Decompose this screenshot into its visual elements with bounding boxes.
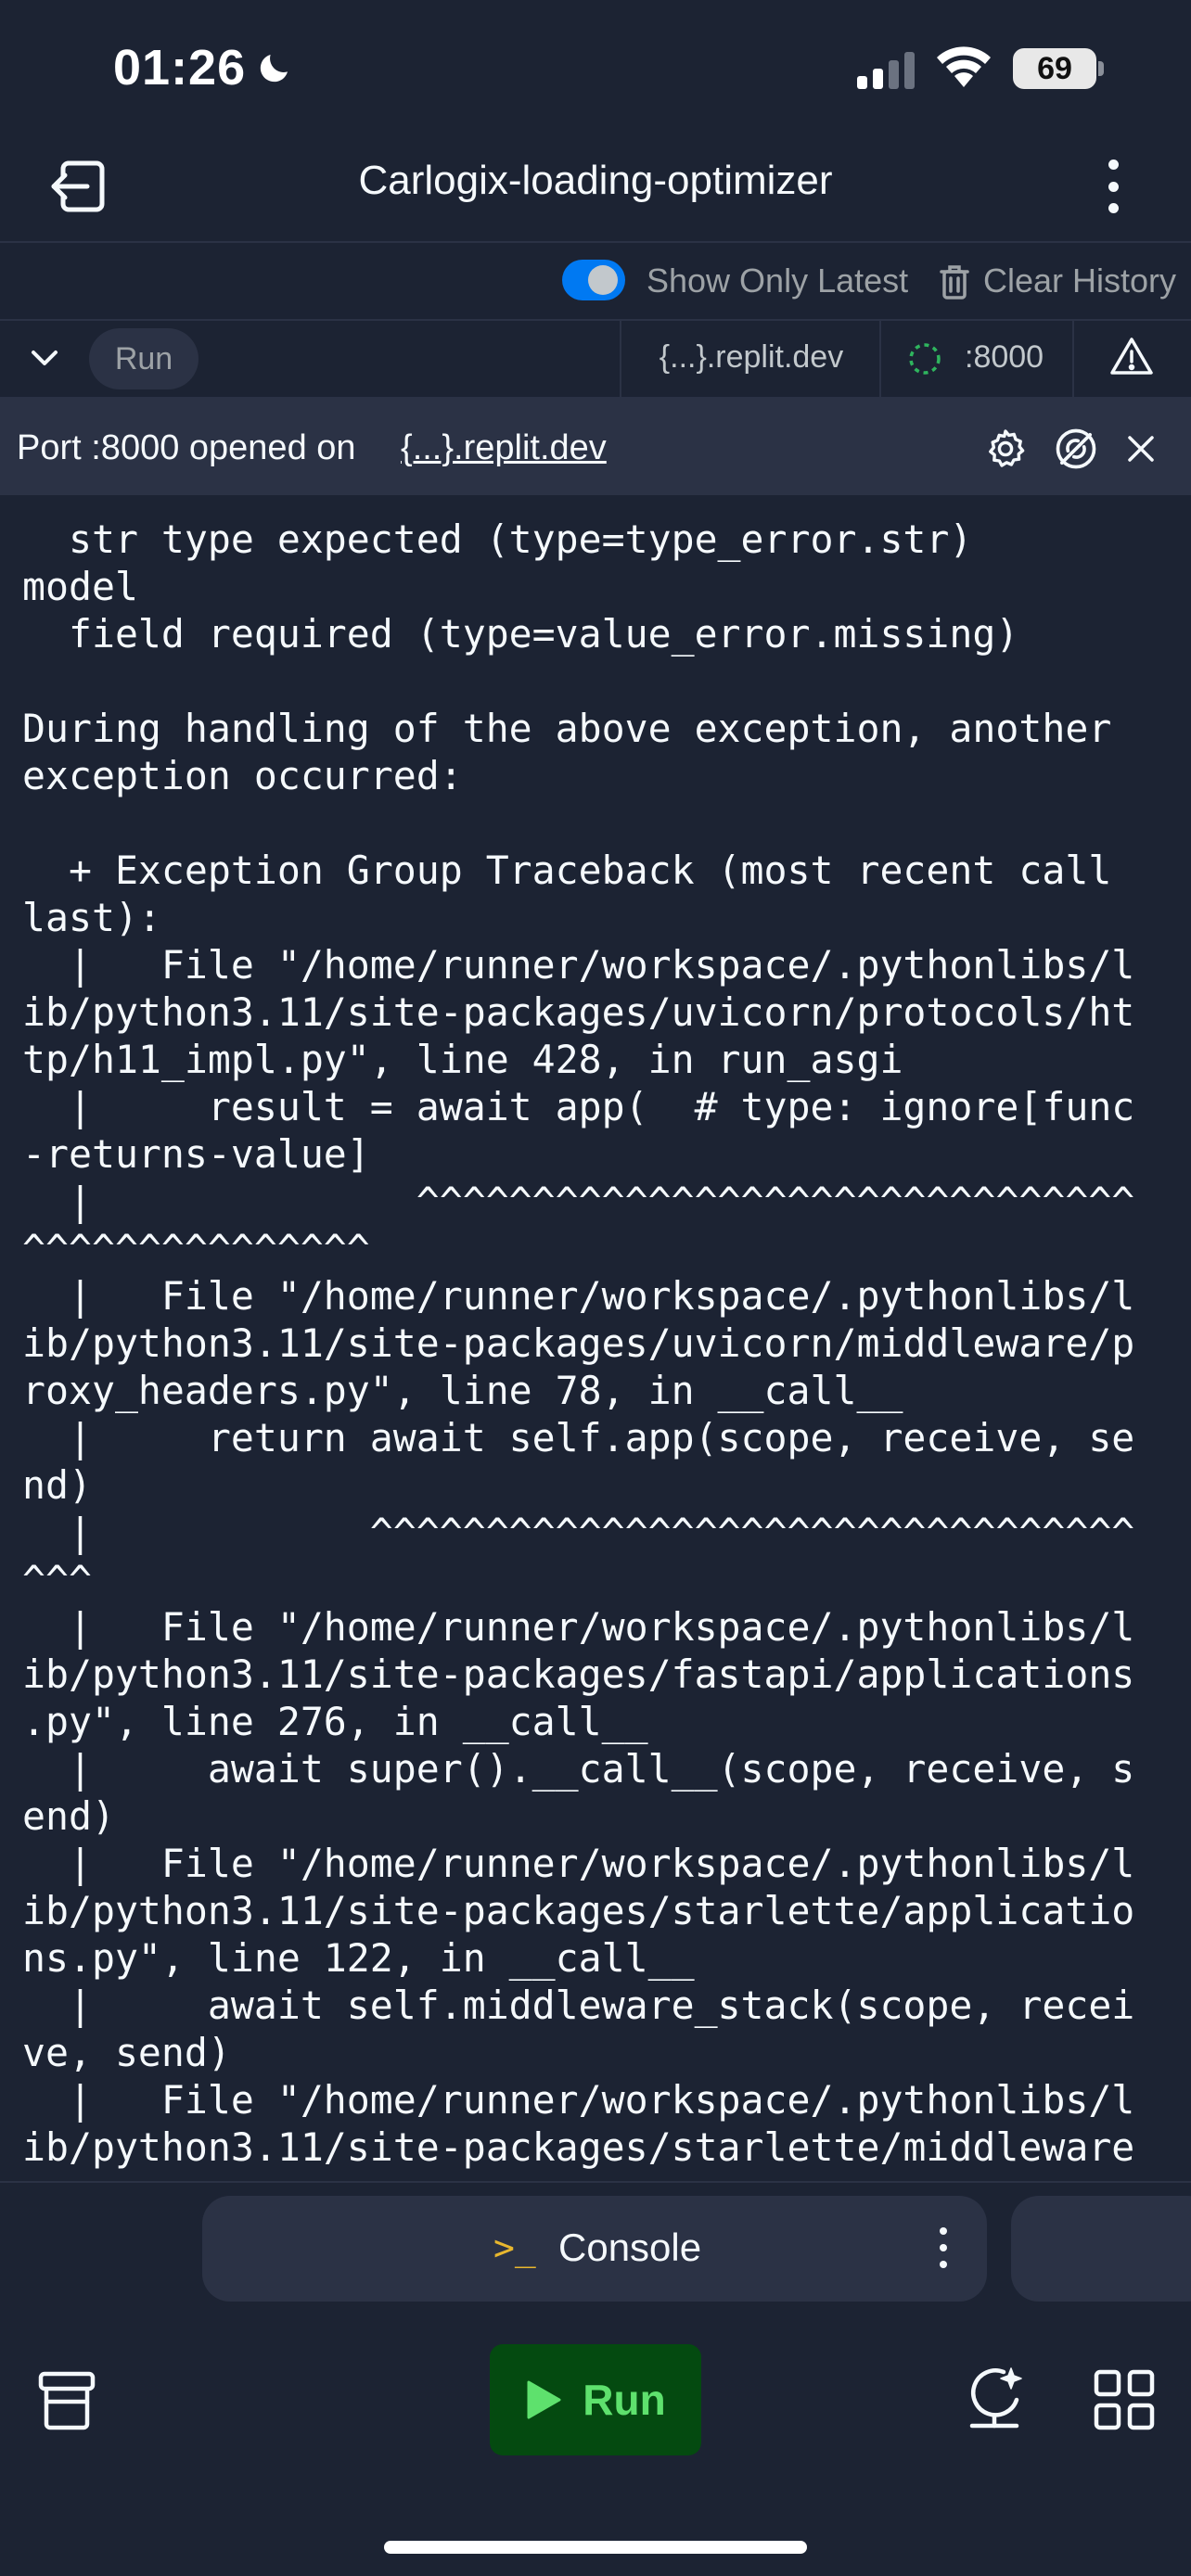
battery-tip xyxy=(1098,61,1104,76)
clear-history-button[interactable]: Clear History xyxy=(983,261,1176,300)
warning-icon[interactable] xyxy=(1109,336,1154,381)
divider xyxy=(0,319,1191,321)
home-indicator xyxy=(384,2541,807,2554)
more-vertical-icon[interactable] xyxy=(937,2227,950,2268)
run-button-label: Run xyxy=(583,2376,666,2424)
domain-selector[interactable]: {...}.replit.dev xyxy=(621,339,881,376)
run-tab-pill[interactable]: Run xyxy=(89,328,198,389)
port-selector[interactable]: :8000 xyxy=(965,339,1044,376)
next-tab[interactable] xyxy=(1011,2196,1191,2302)
eye-off-icon[interactable] xyxy=(1052,425,1100,478)
play-icon xyxy=(527,2380,561,2419)
divider xyxy=(0,2181,1191,2183)
port-banner-text: Port :8000 opened on xyxy=(17,428,356,467)
port-banner-link[interactable]: {...}.replit.dev xyxy=(401,428,607,468)
signal-icon xyxy=(855,50,920,94)
status-time: 01:26 xyxy=(113,40,247,96)
console-log: str type expected (type=type_error.str) … xyxy=(22,516,1135,2170)
ai-assistant-icon[interactable] xyxy=(963,2363,1026,2438)
divider xyxy=(0,241,1191,243)
divider xyxy=(1072,321,1074,397)
battery-level: 69 xyxy=(1037,50,1072,86)
trash-icon[interactable] xyxy=(939,263,970,305)
close-icon[interactable] xyxy=(1124,432,1158,470)
gear-icon[interactable] xyxy=(983,427,1028,476)
grid-icon[interactable] xyxy=(1093,2368,1156,2436)
show-only-latest-label[interactable]: Show Only Latest xyxy=(647,261,908,300)
battery-icon: 69 xyxy=(1013,48,1096,89)
divider xyxy=(879,321,881,397)
wifi-icon xyxy=(935,46,992,94)
chevron-down-icon[interactable] xyxy=(26,339,63,381)
toggle-knob xyxy=(588,265,618,295)
moon-icon xyxy=(255,48,294,92)
page-title: Carlogix-loading-optimizer xyxy=(358,158,833,203)
terminal-icon: >_ xyxy=(493,2227,536,2268)
console-tab-label[interactable]: Console xyxy=(558,2225,701,2270)
run-button[interactable]: Run xyxy=(490,2344,701,2455)
more-vertical-icon[interactable] xyxy=(1095,154,1132,219)
layers-icon[interactable] xyxy=(37,2370,96,2436)
console-output[interactable]: str type expected (type=type_error.str) … xyxy=(0,495,1191,2181)
loader-icon xyxy=(907,341,942,381)
